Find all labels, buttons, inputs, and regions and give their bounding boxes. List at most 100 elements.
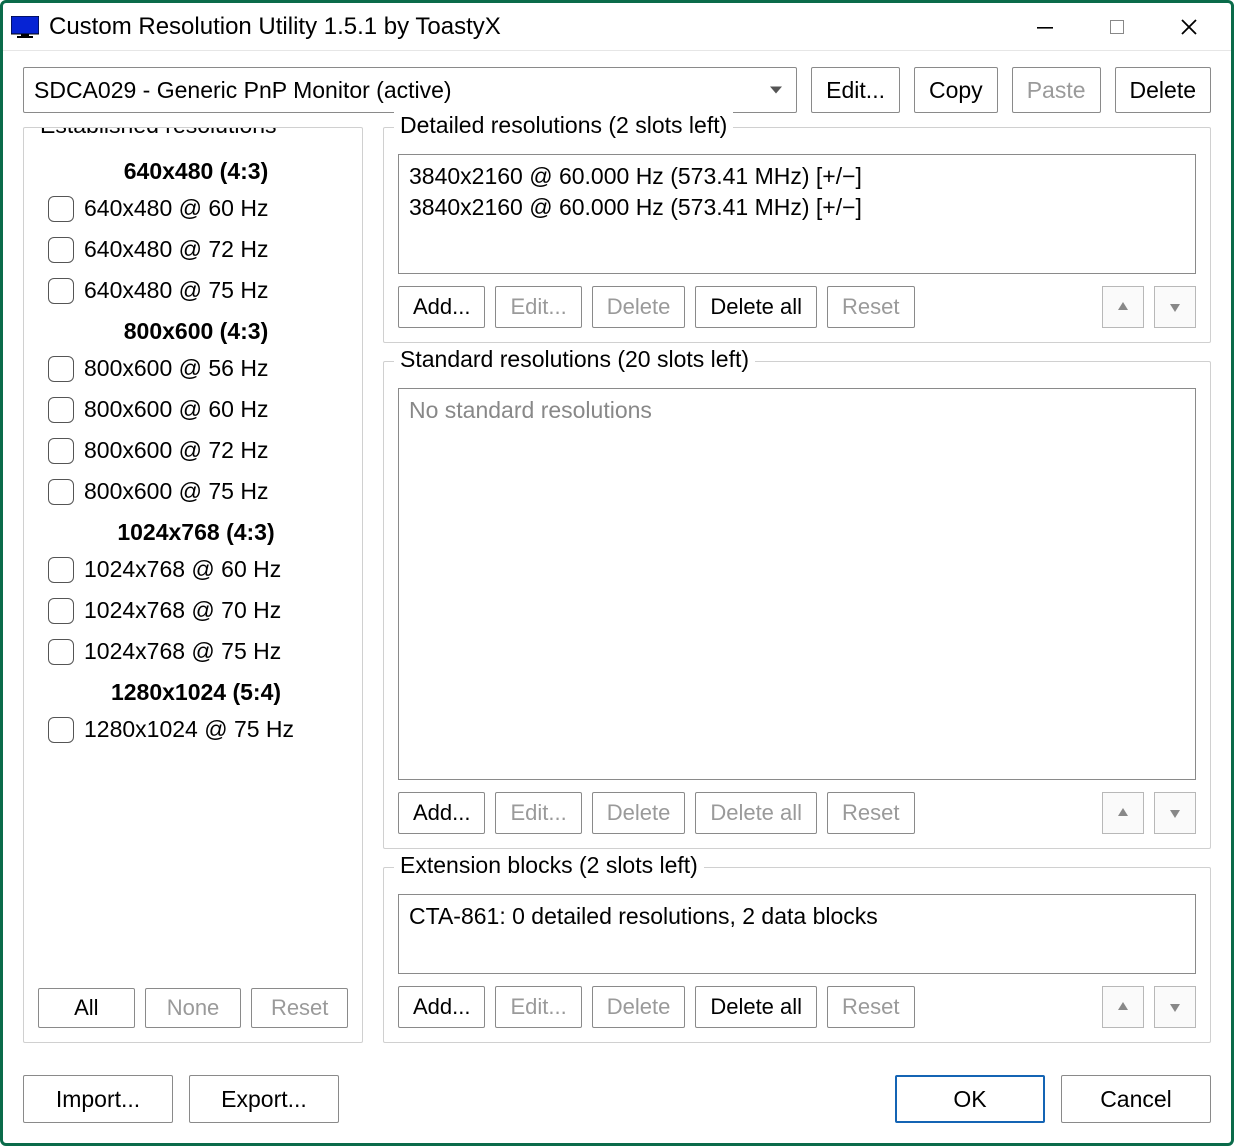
established-resolution-item[interactable]: 640x480 @ 72 Hz: [44, 236, 348, 263]
detailed-add-button[interactable]: Add...: [398, 286, 485, 328]
established-footer: All None Reset: [38, 978, 348, 1028]
detailed-button-row: Add... Edit... Delete Delete all Reset: [398, 286, 1196, 328]
established-resolution-label: 800x600 @ 75 Hz: [84, 478, 268, 505]
detailed-edit-button[interactable]: Edit...: [495, 286, 581, 328]
established-resolution-label: 640x480 @ 60 Hz: [84, 195, 268, 222]
standard-delete-all-button[interactable]: Delete all: [695, 792, 817, 834]
checkbox-icon[interactable]: [48, 557, 74, 583]
edit-monitor-button[interactable]: Edit...: [811, 67, 900, 113]
established-resolution-label: 1280x1024 @ 75 Hz: [84, 716, 294, 743]
established-resolution-label: 640x480 @ 72 Hz: [84, 236, 268, 263]
established-group: Established resolutions 640x480 (4:3)640…: [23, 127, 363, 1043]
delete-monitor-button[interactable]: Delete: [1115, 67, 1211, 113]
detailed-label: Detailed resolutions (2 slots left): [394, 112, 733, 139]
standard-delete-button[interactable]: Delete: [592, 792, 686, 834]
checkbox-icon[interactable]: [48, 397, 74, 423]
detailed-resolution-item[interactable]: 3840x2160 @ 60.000 Hz (573.41 MHz) [+/−]: [409, 161, 1185, 192]
monitor-select-value: SDCA029 - Generic PnP Monitor (active): [34, 77, 452, 104]
established-resolution-item[interactable]: 1024x768 @ 75 Hz: [44, 638, 348, 665]
extension-delete-button[interactable]: Delete: [592, 986, 686, 1028]
standard-add-button[interactable]: Add...: [398, 792, 485, 834]
established-category-header: 1024x768 (4:3): [44, 519, 348, 546]
title-bar: Custom Resolution Utility 1.5.1 by Toast…: [3, 3, 1231, 51]
established-resolution-item[interactable]: 800x600 @ 56 Hz: [44, 355, 348, 382]
established-resolution-label: 1024x768 @ 75 Hz: [84, 638, 281, 665]
established-label: Established resolutions: [34, 127, 283, 139]
extension-reset-button[interactable]: Reset: [827, 986, 914, 1028]
standard-placeholder: No standard resolutions: [409, 397, 652, 423]
import-button[interactable]: Import...: [23, 1075, 173, 1123]
maximize-button[interactable]: [1081, 6, 1153, 48]
checkbox-icon[interactable]: [48, 237, 74, 263]
established-resolution-item[interactable]: 800x600 @ 72 Hz: [44, 437, 348, 464]
established-category-header: 640x480 (4:3): [44, 158, 348, 185]
established-resolution-item[interactable]: 640x480 @ 75 Hz: [44, 277, 348, 304]
established-resolution-label: 1024x768 @ 60 Hz: [84, 556, 281, 583]
checkbox-icon[interactable]: [48, 438, 74, 464]
checkbox-icon[interactable]: [48, 278, 74, 304]
standard-reset-button[interactable]: Reset: [827, 792, 914, 834]
established-category-header: 1280x1024 (5:4): [44, 679, 348, 706]
window-title: Custom Resolution Utility 1.5.1 by Toast…: [49, 13, 1009, 41]
detailed-list[interactable]: 3840x2160 @ 60.000 Hz (573.41 MHz) [+/−]…: [398, 154, 1196, 274]
close-button[interactable]: [1153, 6, 1225, 48]
cancel-button[interactable]: Cancel: [1061, 1075, 1211, 1123]
established-resolution-item[interactable]: 1024x768 @ 70 Hz: [44, 597, 348, 624]
established-all-button[interactable]: All: [38, 988, 135, 1028]
extension-move-up-button[interactable]: [1102, 986, 1144, 1028]
established-resolution-label: 800x600 @ 60 Hz: [84, 396, 268, 423]
export-button[interactable]: Export...: [189, 1075, 339, 1123]
standard-list[interactable]: No standard resolutions: [398, 388, 1196, 780]
app-monitor-icon: [11, 16, 39, 38]
standard-move-up-button[interactable]: [1102, 792, 1144, 834]
detailed-delete-all-button[interactable]: Delete all: [695, 286, 817, 328]
established-resolution-item[interactable]: 800x600 @ 60 Hz: [44, 396, 348, 423]
established-resolution-label: 800x600 @ 56 Hz: [84, 355, 268, 382]
detailed-group: Detailed resolutions (2 slots left) 3840…: [383, 127, 1211, 343]
established-resolution-item[interactable]: 640x480 @ 60 Hz: [44, 195, 348, 222]
standard-button-row: Add... Edit... Delete Delete all Reset: [398, 792, 1196, 834]
extension-edit-button[interactable]: Edit...: [495, 986, 581, 1028]
extension-delete-all-button[interactable]: Delete all: [695, 986, 817, 1028]
extension-block-item[interactable]: CTA-861: 0 detailed resolutions, 2 data …: [409, 901, 1185, 932]
extension-list[interactable]: CTA-861: 0 detailed resolutions, 2 data …: [398, 894, 1196, 974]
extension-move-down-button[interactable]: [1154, 986, 1196, 1028]
extension-button-row: Add... Edit... Delete Delete all Reset: [398, 986, 1196, 1028]
established-resolution-label: 1024x768 @ 70 Hz: [84, 597, 281, 624]
established-panel: Established resolutions 640x480 (4:3)640…: [23, 127, 363, 1043]
standard-group: Standard resolutions (20 slots left) No …: [383, 361, 1211, 849]
standard-edit-button[interactable]: Edit...: [495, 792, 581, 834]
standard-label: Standard resolutions (20 slots left): [394, 346, 755, 373]
checkbox-icon[interactable]: [48, 598, 74, 624]
checkbox-icon[interactable]: [48, 356, 74, 382]
checkbox-icon[interactable]: [48, 717, 74, 743]
copy-monitor-button[interactable]: Copy: [914, 67, 998, 113]
checkbox-icon[interactable]: [48, 479, 74, 505]
established-none-button[interactable]: None: [145, 988, 242, 1028]
established-reset-button[interactable]: Reset: [251, 988, 348, 1028]
minimize-button[interactable]: [1009, 6, 1081, 48]
established-category-header: 800x600 (4:3): [44, 318, 348, 345]
established-resolution-item[interactable]: 1024x768 @ 60 Hz: [44, 556, 348, 583]
panels-row: Established resolutions 640x480 (4:3)640…: [23, 127, 1211, 1043]
established-resolution-item[interactable]: 1280x1024 @ 75 Hz: [44, 716, 348, 743]
ok-button[interactable]: OK: [895, 1075, 1045, 1123]
detailed-move-up-button[interactable]: [1102, 286, 1144, 328]
main-content: SDCA029 - Generic PnP Monitor (active) E…: [3, 51, 1231, 1055]
top-controls-row: SDCA029 - Generic PnP Monitor (active) E…: [23, 67, 1211, 113]
extension-label: Extension blocks (2 slots left): [394, 852, 704, 879]
standard-move-down-button[interactable]: [1154, 792, 1196, 834]
checkbox-icon[interactable]: [48, 196, 74, 222]
extension-add-button[interactable]: Add...: [398, 986, 485, 1028]
established-resolution-item[interactable]: 800x600 @ 75 Hz: [44, 478, 348, 505]
checkbox-icon[interactable]: [48, 639, 74, 665]
extension-group: Extension blocks (2 slots left) CTA-861:…: [383, 867, 1211, 1043]
established-list: 640x480 (4:3) 640x480 @ 60 Hz 640x480 @ 72…: [38, 154, 348, 978]
detailed-resolution-item[interactable]: 3840x2160 @ 60.000 Hz (573.41 MHz) [+/−]: [409, 192, 1185, 223]
paste-monitor-button[interactable]: Paste: [1012, 67, 1101, 113]
detailed-reset-button[interactable]: Reset: [827, 286, 914, 328]
monitor-select[interactable]: SDCA029 - Generic PnP Monitor (active): [23, 67, 797, 113]
detailed-delete-button[interactable]: Delete: [592, 286, 686, 328]
bottom-bar: Import... Export... OK Cancel: [3, 1055, 1231, 1143]
detailed-move-down-button[interactable]: [1154, 286, 1196, 328]
